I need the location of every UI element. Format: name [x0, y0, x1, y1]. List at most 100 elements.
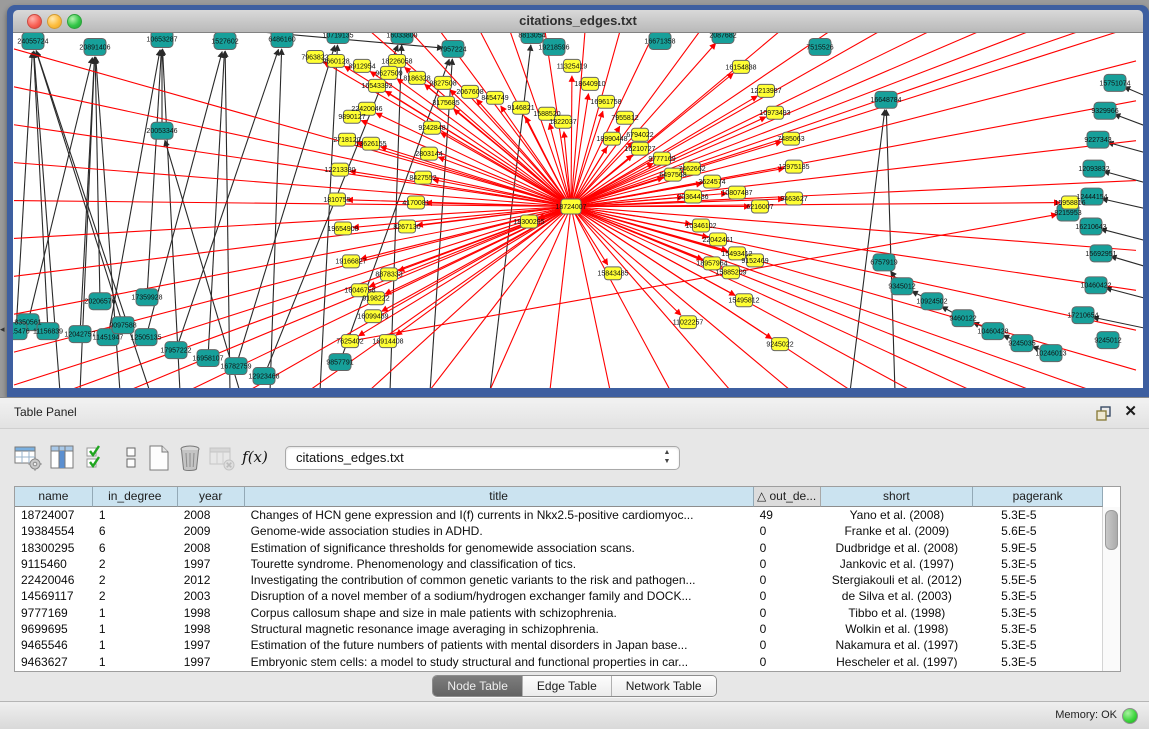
cell-in_degree[interactable]: 1 — [93, 637, 178, 653]
cell-out_de[interactable]: 0 — [754, 540, 821, 556]
cell-short[interactable]: Dudbridge et al. (2008) — [820, 540, 973, 556]
memory-ok-indicator-icon[interactable] — [1122, 708, 1138, 724]
cell-short[interactable]: de Silva et al. (2003) — [820, 588, 973, 604]
cell-in_degree[interactable]: 1 — [93, 605, 178, 621]
cell-year[interactable]: 2008 — [178, 507, 245, 523]
cell-out_de[interactable]: 0 — [754, 637, 821, 653]
table-header-row[interactable]: namein_degreeyeartitle△ out_de...shortpa… — [15, 487, 1103, 507]
cell-name[interactable]: 9777169 — [15, 605, 93, 621]
cell-pagerank[interactable]: 5.3E-5 — [973, 556, 1103, 572]
network-canvas[interactable]: 1872400724055724208914061065328715276026… — [13, 33, 1143, 388]
cell-out_de[interactable]: 49 — [754, 507, 821, 523]
close-icon[interactable]: ✕ — [1124, 402, 1137, 420]
table-scrollbar[interactable] — [1102, 507, 1120, 671]
rows-icon[interactable] — [116, 443, 146, 473]
cell-title[interactable]: Changes of HCN gene expression and I(f) … — [245, 507, 754, 523]
cell-out_de[interactable]: 0 — [754, 556, 821, 572]
cell-year[interactable]: 2009 — [178, 523, 245, 539]
cell-title[interactable]: Structural magnetic resonance image aver… — [245, 621, 754, 637]
cell-year[interactable]: 1997 — [178, 654, 245, 670]
table-selector-combo[interactable]: citations_edges.txt ▲ ▼ — [285, 446, 680, 470]
cell-year[interactable]: 2003 — [178, 588, 245, 604]
cell-out_de[interactable]: 0 — [754, 621, 821, 637]
cell-short[interactable]: Tibbo et al. (1998) — [820, 605, 973, 621]
cell-out_de[interactable]: 0 — [754, 572, 821, 588]
cell-short[interactable]: Nakamura et al. (1997) — [820, 637, 973, 653]
combo-stepper-icon[interactable]: ▲ ▼ — [661, 448, 673, 468]
cell-in_degree[interactable]: 1 — [93, 621, 178, 637]
cell-pagerank[interactable]: 5.3E-5 — [973, 605, 1103, 621]
cell-out_de[interactable]: 0 — [754, 523, 821, 539]
cell-in_degree[interactable]: 6 — [93, 523, 178, 539]
column-checklist-icon[interactable] — [83, 443, 113, 473]
cell-name[interactable]: 18724007 — [15, 507, 93, 523]
cell-out_de[interactable]: 0 — [754, 588, 821, 604]
cell-short[interactable]: Franke et al. (2009) — [820, 523, 973, 539]
column-header-short[interactable]: short — [821, 487, 974, 507]
tab-node-table[interactable]: Node Table — [433, 676, 522, 696]
table-row[interactable]: 946554611997Estimation of the future num… — [15, 637, 1103, 653]
cell-year[interactable]: 1998 — [178, 621, 245, 637]
table-row[interactable]: 1456911722003Disruption of a novel membe… — [15, 588, 1103, 604]
cell-year[interactable]: 1997 — [178, 556, 245, 572]
column-header-in_degree[interactable]: in_degree — [93, 487, 178, 507]
cell-title[interactable]: Tourette syndrome. Phenomenology and cla… — [245, 556, 754, 572]
table-row[interactable]: 2242004622012Investigating the contribut… — [15, 572, 1103, 588]
cell-in_degree[interactable]: 1 — [93, 654, 178, 670]
table-row[interactable]: 1830029562008Estimation of significance … — [15, 540, 1103, 556]
cell-pagerank[interactable]: 5.9E-5 — [973, 540, 1103, 556]
table-row[interactable]: 969969511998Structural magnetic resonanc… — [15, 621, 1103, 637]
tab-edge-table[interactable]: Edge Table — [522, 676, 611, 696]
cell-name[interactable]: 9465546 — [15, 637, 93, 653]
cell-in_degree[interactable]: 2 — [93, 588, 178, 604]
column-header-year[interactable]: year — [178, 487, 245, 507]
table-body[interactable]: 1872400712008Changes of HCN gene express… — [15, 507, 1103, 671]
scrollbar-thumb[interactable] — [1105, 510, 1118, 550]
cell-pagerank[interactable]: 5.3E-5 — [973, 588, 1103, 604]
table-row[interactable]: 911546021997Tourette syndrome. Phenomeno… — [15, 556, 1103, 572]
cell-pagerank[interactable]: 5.3E-5 — [973, 654, 1103, 670]
cell-name[interactable]: 9463627 — [15, 654, 93, 670]
show-column-icon[interactable] — [48, 443, 78, 473]
table-row[interactable]: 977716911998Corpus callosum shape and si… — [15, 605, 1103, 621]
column-header-title[interactable]: title — [245, 487, 754, 507]
cell-title[interactable]: Estimation of significance thresholds fo… — [245, 540, 754, 556]
function-builder-icon[interactable]: f(x) — [240, 443, 270, 473]
cell-year[interactable]: 1997 — [178, 637, 245, 653]
cell-pagerank[interactable]: 5.5E-5 — [973, 572, 1103, 588]
cell-title[interactable]: Corpus callosum shape and size in male p… — [245, 605, 754, 621]
float-window-icon[interactable] — [1095, 404, 1113, 422]
cell-in_degree[interactable]: 1 — [93, 507, 178, 523]
cell-out_de[interactable]: 0 — [754, 605, 821, 621]
cell-short[interactable]: Stergiakouli et al. (2012) — [820, 572, 973, 588]
cell-pagerank[interactable]: 5.6E-5 — [973, 523, 1103, 539]
cell-name[interactable]: 14569117 — [15, 588, 93, 604]
cell-short[interactable]: Wolkin et al. (1998) — [820, 621, 973, 637]
cell-year[interactable]: 2012 — [178, 572, 245, 588]
table-row[interactable]: 946362711997Embryonic stem cells: a mode… — [15, 654, 1103, 670]
cell-name[interactable]: 22420046 — [15, 572, 93, 588]
cell-year[interactable]: 2008 — [178, 540, 245, 556]
column-header-pagerank[interactable]: pagerank — [973, 487, 1103, 507]
table-settings-icon[interactable] — [13, 443, 43, 473]
cell-pagerank[interactable]: 5.3E-5 — [973, 621, 1103, 637]
cell-name[interactable]: 9115460 — [15, 556, 93, 572]
cell-title[interactable]: Embryonic stem cells: a model to study s… — [245, 654, 754, 670]
table-row[interactable]: 1938455462009Genome-wide association stu… — [15, 523, 1103, 539]
cell-name[interactable]: 9699695 — [15, 621, 93, 637]
cell-short[interactable]: Hescheler et al. (1997) — [820, 654, 973, 670]
column-header-out_de[interactable]: △ out_de... — [754, 487, 821, 507]
cell-out_de[interactable]: 0 — [754, 654, 821, 670]
table-row[interactable]: 1872400712008Changes of HCN gene express… — [15, 507, 1103, 523]
cell-name[interactable]: 19384554 — [15, 523, 93, 539]
citation-network-graph[interactable]: 1872400724055724208914061065328715276026… — [13, 33, 1143, 388]
panel-collapse-arrow-icon[interactable]: ◂ — [0, 324, 5, 335]
cell-title[interactable]: Estimation of the future numbers of pati… — [245, 637, 754, 653]
cell-in_degree[interactable]: 2 — [93, 572, 178, 588]
delete-icon[interactable] — [175, 443, 205, 473]
cell-short[interactable]: Yano et al. (2008) — [820, 507, 973, 523]
window-titlebar[interactable]: citations_edges.txt — [13, 10, 1143, 33]
cell-title[interactable]: Disruption of a novel member of a sodium… — [245, 588, 754, 604]
cell-name[interactable]: 18300295 — [15, 540, 93, 556]
new-document-icon[interactable] — [144, 443, 174, 473]
